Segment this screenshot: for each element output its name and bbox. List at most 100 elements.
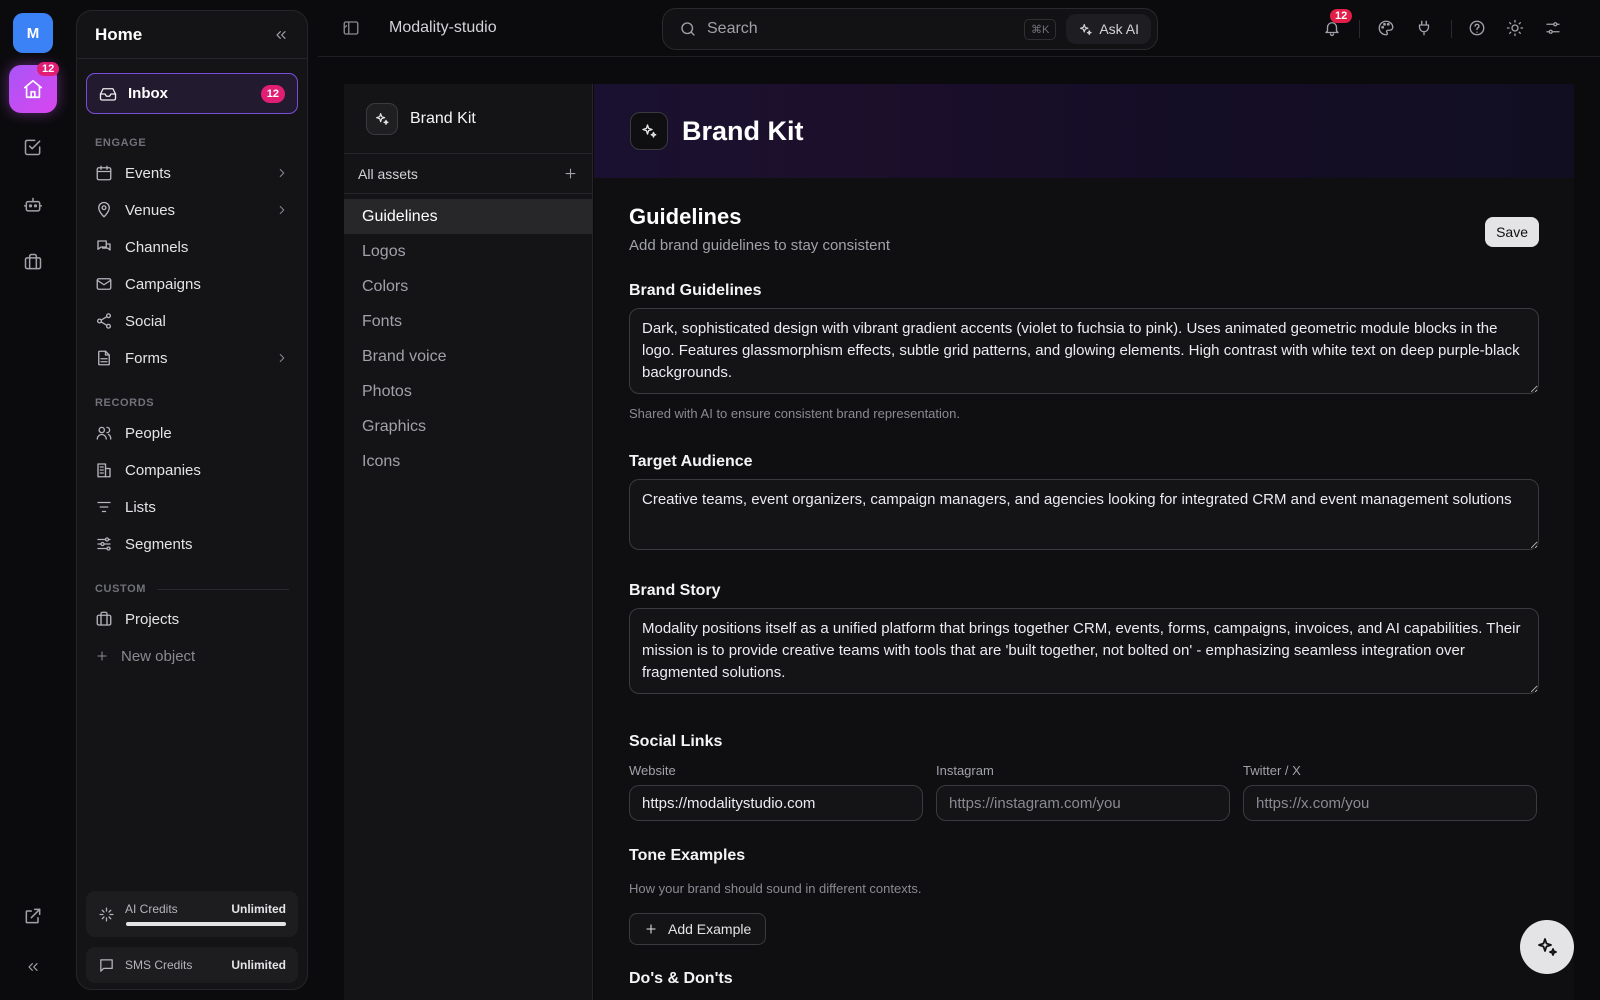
sidebar-item-channels[interactable]: Channels: [95, 235, 289, 259]
workspace-avatar[interactable]: M: [13, 13, 53, 53]
sliders-icon: [97, 537, 111, 551]
brand-guidelines-label: Brand Guidelines: [629, 282, 762, 299]
ask-ai-button[interactable]: Ask AI: [1066, 14, 1151, 44]
add-example-label: Add Example: [668, 921, 752, 937]
sidebar-item-forms[interactable]: Forms: [95, 346, 289, 370]
integrations-button[interactable]: [1415, 19, 1433, 37]
users-icon: [96, 426, 112, 440]
theme-palette-button[interactable]: [1377, 19, 1395, 37]
collapse-rail-button[interactable]: [21, 955, 45, 979]
sidebar-item-label: Social: [125, 312, 166, 330]
briefcase-icon: [96, 611, 112, 626]
chevron-right-icon: [279, 168, 285, 178]
checkbox-icon: [24, 139, 41, 156]
brand-kit-icon-box: [366, 102, 398, 135]
sidebar-item-inbox[interactable]: Inbox 12: [86, 73, 298, 114]
map-pin-icon: [98, 201, 110, 218]
help-circle-icon: [1469, 20, 1485, 36]
external-link-rail-button[interactable]: [21, 904, 45, 928]
section-label-custom: CUSTOM: [95, 583, 147, 595]
target-audience-textarea[interactable]: [629, 479, 1539, 550]
sidebar-item-label: Channels: [125, 238, 189, 256]
all-assets-label: All assets: [358, 165, 418, 182]
search-icon: [681, 22, 695, 36]
building-icon: [97, 463, 111, 478]
ai-credits-progress: [126, 922, 286, 926]
sidebar-item-lists[interactable]: Lists: [95, 495, 289, 519]
asset-item-icons[interactable]: Icons: [344, 444, 592, 479]
sidebar-item-venues[interactable]: Venues: [95, 198, 289, 222]
assets-panel: Brand Kit All assets Guidelines Logos Co…: [344, 84, 593, 1000]
website-input[interactable]: [629, 785, 923, 821]
collapse-sidebar-button[interactable]: [273, 27, 289, 43]
ai-assistant-fab[interactable]: [1520, 920, 1574, 974]
sidebar-item-companies[interactable]: Companies: [95, 458, 289, 482]
toolbar-divider: [1359, 20, 1360, 38]
asset-item-photos[interactable]: Photos: [344, 374, 592, 409]
sidebar-item-projects[interactable]: Projects: [95, 607, 289, 631]
sidebar-header: Home: [77, 11, 307, 59]
sidebar-item-label: Venues: [125, 201, 176, 219]
brand-story-label: Brand Story: [629, 582, 721, 599]
top-bar: Modality-studio Search ⌘K Ask AI 12: [318, 0, 1600, 57]
calendar-icon: [96, 165, 112, 181]
save-button[interactable]: Save: [1485, 217, 1539, 247]
settings-button[interactable]: [1544, 19, 1562, 37]
asset-item-guidelines[interactable]: Guidelines: [344, 199, 592, 234]
page-header-icon-box: [630, 112, 668, 150]
toggle-panel-button[interactable]: [342, 19, 360, 37]
add-asset-button[interactable]: [563, 166, 578, 181]
plus-icon: [646, 924, 656, 934]
sparkles-icon: [99, 906, 114, 922]
agents-rail-button[interactable]: [21, 193, 45, 217]
help-button[interactable]: [1468, 19, 1486, 37]
page-header: Brand Kit: [594, 84, 1574, 178]
section-title: Guidelines: [629, 204, 742, 229]
asset-item-colors[interactable]: Colors: [344, 269, 592, 304]
tasks-rail-button[interactable]: [21, 135, 45, 159]
theme-toggle-button[interactable]: [1506, 19, 1524, 37]
brand-story-textarea[interactable]: [629, 608, 1539, 694]
mail-icon: [96, 278, 112, 290]
sidebar-item-people[interactable]: People: [95, 421, 289, 445]
assets-panel-title: Brand Kit: [410, 109, 476, 127]
briefcase-icon: [24, 253, 42, 270]
sidebar-item-label: Lists: [125, 498, 156, 516]
sms-credits-value: Unlimited: [231, 958, 286, 972]
sidebar-item-label: Events: [125, 164, 171, 182]
plus-icon: [97, 651, 107, 661]
search-bar[interactable]: Search ⌘K Ask AI: [662, 8, 1158, 50]
sidebar-item-segments[interactable]: Segments: [95, 532, 289, 556]
twitter-input[interactable]: [1243, 785, 1537, 821]
sidebar-item-events[interactable]: Events: [95, 161, 289, 185]
section-subtitle: Add brand guidelines to stay consistent: [629, 237, 890, 254]
asset-item-logos[interactable]: Logos: [344, 234, 592, 269]
search-shortcut: ⌘K: [1023, 18, 1057, 40]
asset-item-graphics[interactable]: Graphics: [344, 409, 592, 444]
chat-bubbles-icon: [97, 240, 111, 251]
sidebar-item-label: Segments: [125, 535, 193, 553]
asset-item-fonts[interactable]: Fonts: [344, 304, 592, 339]
chevrons-left-icon: [276, 30, 286, 39]
document-icon: [98, 350, 110, 366]
target-audience-label: Target Audience: [629, 453, 753, 470]
sidebar-item-social[interactable]: Social: [95, 309, 289, 333]
brand-guidelines-textarea[interactable]: [629, 308, 1539, 394]
projects-rail-button[interactable]: [21, 250, 45, 274]
app-rail: M 12: [0, 0, 66, 1000]
sidebar-item-campaigns[interactable]: Campaigns: [95, 272, 289, 296]
social-links-label: Social Links: [629, 733, 723, 750]
all-assets-row[interactable]: All assets: [344, 154, 592, 194]
ai-credits-card[interactable]: AI Credits Unlimited: [86, 891, 298, 937]
dos-donts-label: Do's & Don'ts: [629, 970, 733, 987]
asset-item-brand-voice[interactable]: Brand voice: [344, 339, 592, 374]
sparkles-icon: [376, 112, 389, 125]
instagram-input[interactable]: [936, 785, 1230, 821]
add-example-button[interactable]: Add Example: [629, 913, 767, 945]
sparkles-icon: [1538, 938, 1557, 956]
instagram-label: Instagram: [936, 763, 994, 778]
new-object-button[interactable]: New object: [95, 644, 289, 668]
tone-examples-help: How your brand should sound in different…: [629, 881, 922, 896]
sms-credits-card[interactable]: SMS Credits Unlimited: [86, 947, 298, 983]
search-input[interactable]: Search: [707, 20, 1014, 38]
